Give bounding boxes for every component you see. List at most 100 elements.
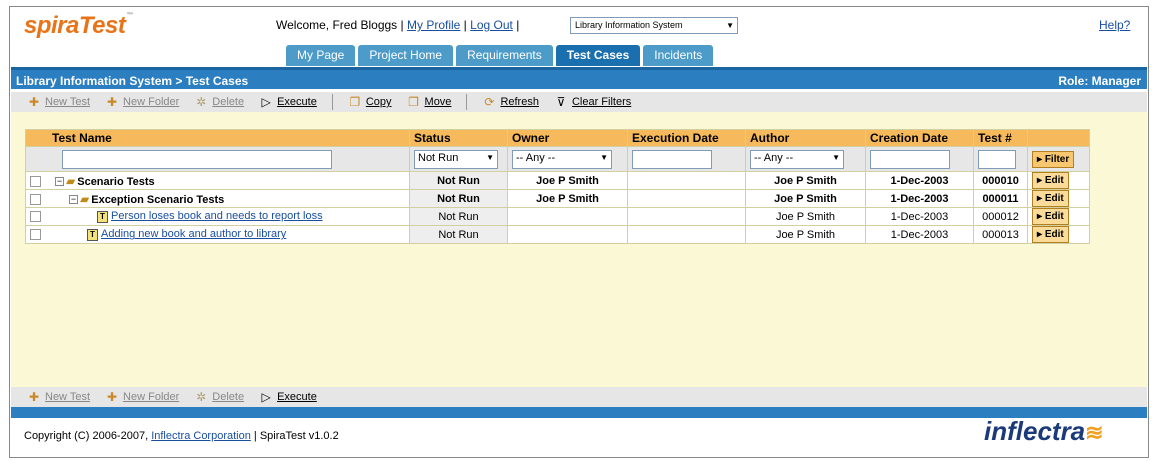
row-checkbox[interactable] [30,176,41,188]
toolbar-divider [331,94,333,110]
edit-button[interactable]: ▸ Edit [1032,190,1069,207]
status-cell: Not Run [409,171,508,190]
execution-date-filter-input[interactable] [632,149,712,169]
play-icon: ▷ [261,390,271,404]
test-number-filter-input[interactable] [978,149,1016,169]
column-header-test-name[interactable]: Test Name [25,129,410,147]
test-cases-grid: Test Name Status Owner Execution Date Au… [25,129,1090,244]
test-name[interactable]: Scenario Tests [77,176,154,188]
test-name-filter-input[interactable] [62,149,332,169]
toolbar-divider [466,94,468,110]
new-test-button[interactable]: ✚ New Test [27,390,90,404]
new-test-button[interactable]: ✚ New Test [27,95,90,109]
execution-date-cell [627,189,746,208]
test-name-link[interactable]: Adding new book and author to library [101,228,286,240]
collapse-icon[interactable]: − [69,195,78,205]
spiratest-logo[interactable]: spiraTest™ [24,12,133,40]
plus-icon: ✚ [28,95,40,109]
tab-requirements[interactable]: Requirements [456,45,553,66]
role-label: Role: Manager [1058,74,1141,88]
status-cell: Not Run [409,189,508,208]
refresh-icon: ⟳ [484,95,495,109]
test-number-cell: 000013 [973,225,1028,244]
main-tabs: My Page Project Home Requirements Test C… [286,45,714,66]
company-link[interactable]: Inflectra Corporation [151,430,251,442]
filter-button[interactable]: ▸ Filter [1032,150,1075,168]
test-number-cell: 000012 [973,207,1028,226]
column-header-test-number[interactable]: Test # [973,129,1028,147]
column-header-owner[interactable]: Owner [507,129,628,147]
execution-date-cell [627,171,746,190]
status-filter-select[interactable]: Not Run ▼ [414,149,498,169]
column-header-creation-date[interactable]: Creation Date [865,129,974,147]
author-cell: Joe P Smith [745,189,866,208]
inflectra-logo: inflectra≋ [984,416,1104,446]
test-number-cell: 000010 [973,171,1028,190]
edit-button[interactable]: ▸ Edit [1032,208,1069,225]
table-row: − ▰ Scenario Tests Not Run Joe P Smith Joe… [25,171,1090,190]
log-out-link[interactable]: Log Out [470,18,513,32]
filter-icon: ⊽ [556,95,566,109]
owner-filter-select[interactable]: -- Any -- ▼ [512,149,612,169]
project-select[interactable]: Library Information System ▼ [570,17,738,34]
copyright: Copyright (C) 2006-2007, Inflectra Corpo… [24,430,339,442]
refresh-button[interactable]: ⟳ Refresh [482,95,539,109]
filter-row: Not Run ▼ -- Any -- ▼ -- Any -- ▼ ▸ Filter [25,146,1090,172]
delete-button[interactable]: ✲ Delete [194,390,244,404]
creation-date-cell: 1-Dec-2003 [865,225,974,244]
grid-header-row: Test Name Status Owner Execution Date Au… [25,129,1090,147]
test-name[interactable]: Exception Scenario Tests [91,194,224,206]
author-cell: Joe P Smith [745,225,866,244]
move-button[interactable]: ❐ Move [407,95,451,109]
owner-cell [507,225,628,244]
collapse-icon[interactable]: − [55,177,64,187]
plus-icon: ✚ [107,390,118,404]
row-checkbox[interactable] [30,211,41,223]
execution-date-cell [627,225,746,244]
tab-my-page[interactable]: My Page [286,45,356,66]
tab-incidents[interactable]: Incidents [643,45,714,66]
row-checkbox[interactable] [30,229,41,241]
edit-button[interactable]: ▸ Edit [1032,172,1069,189]
execute-button[interactable]: ▷ Execute [259,95,316,109]
move-icon: ❐ [408,95,419,109]
row-checkbox[interactable] [30,194,41,206]
new-folder-button[interactable]: ✚ New Folder [105,390,179,404]
edit-button[interactable]: ▸ Edit [1032,226,1069,243]
author-cell: Joe P Smith [745,171,866,190]
column-header-author[interactable]: Author [745,129,866,147]
owner-cell [507,207,628,226]
top-toolbar: ✚ New Test ✚ New Folder ✲ Delete ▷ Execute ❐… [11,92,1147,112]
copy-icon: ❐ [349,95,361,109]
copy-button[interactable]: ❐ Copy [348,95,391,109]
creation-date-filter-input[interactable] [870,149,950,169]
delete-icon: ✲ [196,390,207,404]
tab-project-home[interactable]: Project Home [358,45,454,66]
author-filter-select[interactable]: -- Any -- ▼ [750,149,844,169]
help-link[interactable]: Help? [1099,18,1130,32]
author-cell: Joe P Smith [745,207,866,226]
owner-cell: Joe P Smith [507,189,628,208]
welcome-text: Welcome, Fred Bloggs [276,18,398,32]
my-profile-link[interactable]: My Profile [407,18,460,32]
delete-button[interactable]: ✲ Delete [194,95,244,109]
creation-date-cell: 1-Dec-2003 [865,189,974,208]
plus-icon: ✚ [28,390,40,404]
test-case-icon: T [97,210,108,223]
test-name-link[interactable]: Person loses book and needs to report lo… [111,210,323,222]
delete-icon: ✲ [196,95,207,109]
column-header-status[interactable]: Status [409,129,508,147]
new-folder-button[interactable]: ✚ New Folder [105,95,179,109]
chevron-down-icon: ▼ [486,152,494,162]
test-number-cell: 000011 [973,189,1028,208]
folder-icon: ▰ [66,173,76,188]
execution-date-cell [627,207,746,226]
bottom-toolbar: ✚ New Test ✚ New Folder ✲ Delete ▷ Execute [11,387,1147,407]
tab-test-cases[interactable]: Test Cases [555,45,641,66]
footer-bar [11,407,1147,418]
clear-filters-button[interactable]: ⊽ Clear Filters [554,95,632,109]
chevron-down-icon: ▼ [832,152,840,162]
column-header-execution-date[interactable]: Execution Date [627,129,746,147]
execute-button[interactable]: ▷ Execute [259,390,316,404]
welcome-bar: Welcome, Fred Bloggs | My Profile | Log … [276,18,520,32]
